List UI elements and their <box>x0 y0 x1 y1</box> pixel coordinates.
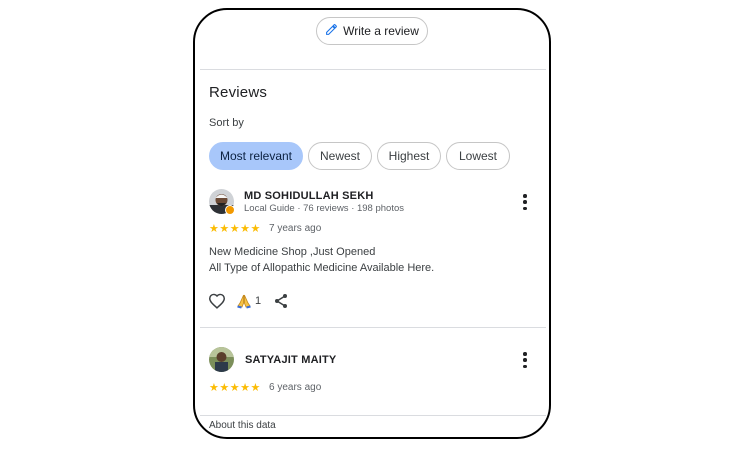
about-this-data-link[interactable]: About this data <box>209 420 276 431</box>
reviewer-avatar[interactable] <box>209 347 234 372</box>
star-rating: ★★★★★ <box>209 223 261 235</box>
reviews-title: Reviews <box>209 84 268 101</box>
divider <box>200 327 546 328</box>
write-review-label: Write a review <box>343 24 419 38</box>
sort-by-label: Sort by <box>209 117 244 129</box>
sort-chips: Most relevant Newest Highest Lowest <box>209 142 510 170</box>
reviewer-name[interactable]: MD SOHIDULLAH SEKH <box>244 190 374 202</box>
more-options-icon[interactable] <box>522 194 528 210</box>
review-text: New Medicine Shop ,Just Opened All Type … <box>209 244 434 276</box>
pencil-icon <box>325 23 338 39</box>
heart-icon[interactable] <box>208 293 226 314</box>
reviewer-name[interactable]: SATYAJIT MAITY <box>245 354 336 366</box>
share-icon[interactable] <box>273 293 289 314</box>
reaction-count: 1 <box>255 295 262 307</box>
review-text-line: New Medicine Shop ,Just Opened <box>209 246 376 258</box>
review-text-line: All Type of Allopathic Medicine Availabl… <box>209 262 435 274</box>
more-options-icon[interactable] <box>522 352 528 368</box>
chip-newest[interactable]: Newest <box>308 142 372 170</box>
write-review-button[interactable]: Write a review <box>316 17 428 45</box>
chip-most-relevant[interactable]: Most relevant <box>209 142 303 170</box>
divider <box>200 415 546 416</box>
folded-hands-icon[interactable] <box>236 293 252 314</box>
divider <box>200 69 546 70</box>
chip-highest[interactable]: Highest <box>377 142 441 170</box>
review-time: 6 years ago <box>269 382 322 393</box>
local-guide-badge-icon <box>225 205 235 215</box>
chip-lowest[interactable]: Lowest <box>446 142 510 170</box>
star-rating: ★★★★★ <box>209 382 261 394</box>
reviewer-meta: Local Guide · 76 reviews · 198 photos <box>244 203 405 214</box>
review-time: 7 years ago <box>269 223 322 234</box>
phone-frame: Write a review Reviews Sort by Most rele… <box>193 8 551 439</box>
